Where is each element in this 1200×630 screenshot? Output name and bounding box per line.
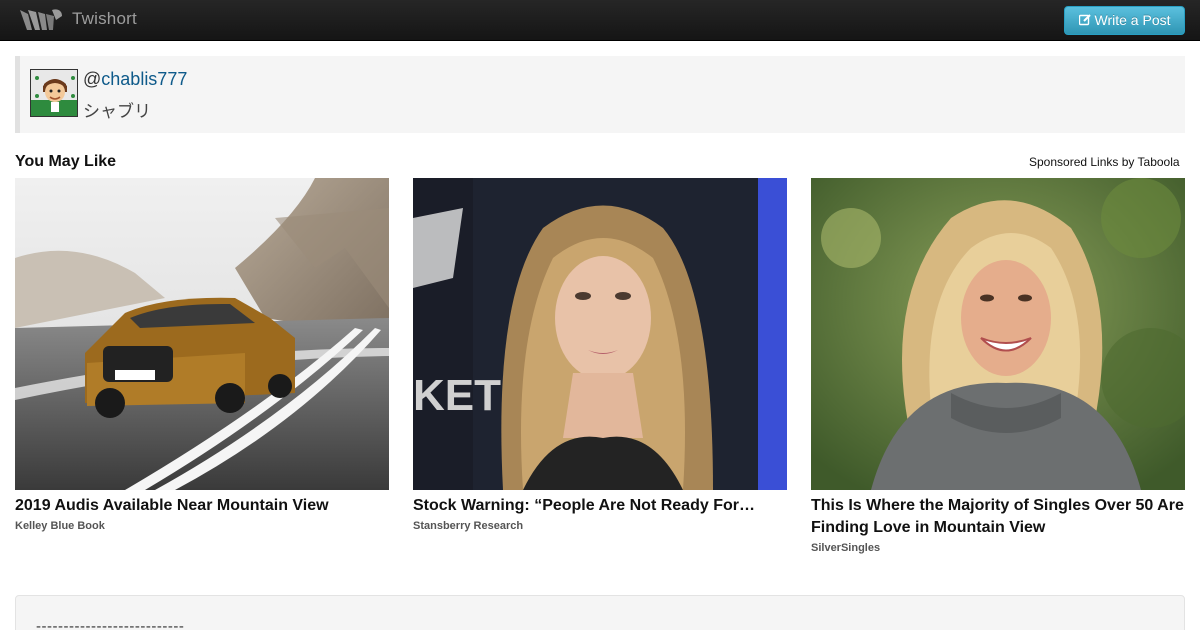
edit-icon (1078, 14, 1091, 26)
card-source[interactable]: SilverSingles (811, 542, 1185, 554)
recommendation-card[interactable]: KET Stock Warning: “People Are Not Ready… (413, 178, 787, 532)
post-text: --------------------------- (36, 618, 185, 630)
twishort-logo-icon[interactable] (18, 6, 64, 34)
author-handle-link[interactable]: chablis777 (101, 69, 187, 89)
handle-at: @ (83, 69, 102, 89)
recommendation-card[interactable]: 2019 Audis Available Near Mountain View … (15, 178, 389, 532)
card-thumbnail-car[interactable] (15, 178, 389, 490)
author-card: @chablis777 シャブリ (15, 56, 1185, 133)
top-navbar: Twishort Write a Post (0, 0, 1200, 41)
svg-text:KET: KET (413, 371, 501, 420)
recommendations-title: You May Like (15, 153, 117, 170)
author-display-name: シャブリ (83, 102, 151, 122)
card-headline[interactable]: Stock Warning: “People Are Not Ready For… (413, 495, 787, 517)
write-post-label: Write a Post (1094, 12, 1171, 28)
write-post-button[interactable]: Write a Post (1064, 6, 1185, 35)
card-headline[interactable]: This Is Where the Majority of Singles Ov… (811, 495, 1185, 539)
avatar-image (31, 70, 77, 116)
card-source[interactable]: Stansberry Research (413, 520, 787, 532)
card-thumbnail-smiling-woman[interactable] (811, 178, 1185, 490)
avatar[interactable] (30, 69, 78, 117)
recommendation-card[interactable]: This Is Where the Majority of Singles Ov… (811, 178, 1185, 554)
author-handle: @chablis777 (83, 69, 187, 90)
post-body: --------------------------- (15, 595, 1185, 630)
card-source[interactable]: Kelley Blue Book (15, 520, 389, 532)
card-headline[interactable]: 2019 Audis Available Near Mountain View (15, 495, 389, 517)
sponsored-links-label[interactable]: Sponsored Links by Taboola (1029, 155, 1180, 169)
card-thumbnail-woman-interview[interactable]: KET (413, 178, 787, 490)
brand-name[interactable]: Twishort (72, 9, 137, 29)
